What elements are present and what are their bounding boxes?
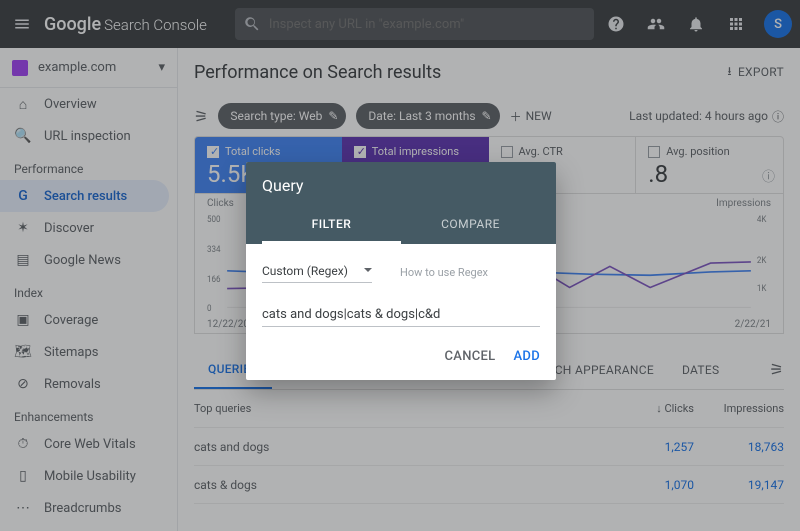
filter-type-select[interactable]: Custom (Regex): [262, 262, 372, 283]
regex-input[interactable]: [262, 301, 540, 327]
add-button[interactable]: ADD: [514, 349, 541, 364]
cancel-button[interactable]: CANCEL: [445, 349, 496, 364]
dialog-tab-filter[interactable]: FILTER: [262, 207, 401, 244]
dialog-tab-compare[interactable]: COMPARE: [401, 207, 540, 244]
dialog-title: Query: [262, 176, 540, 195]
query-filter-dialog: Query FILTER COMPARE Custom (Regex) How …: [246, 162, 556, 380]
how-to-use-regex-link[interactable]: How to use Regex: [400, 266, 488, 279]
